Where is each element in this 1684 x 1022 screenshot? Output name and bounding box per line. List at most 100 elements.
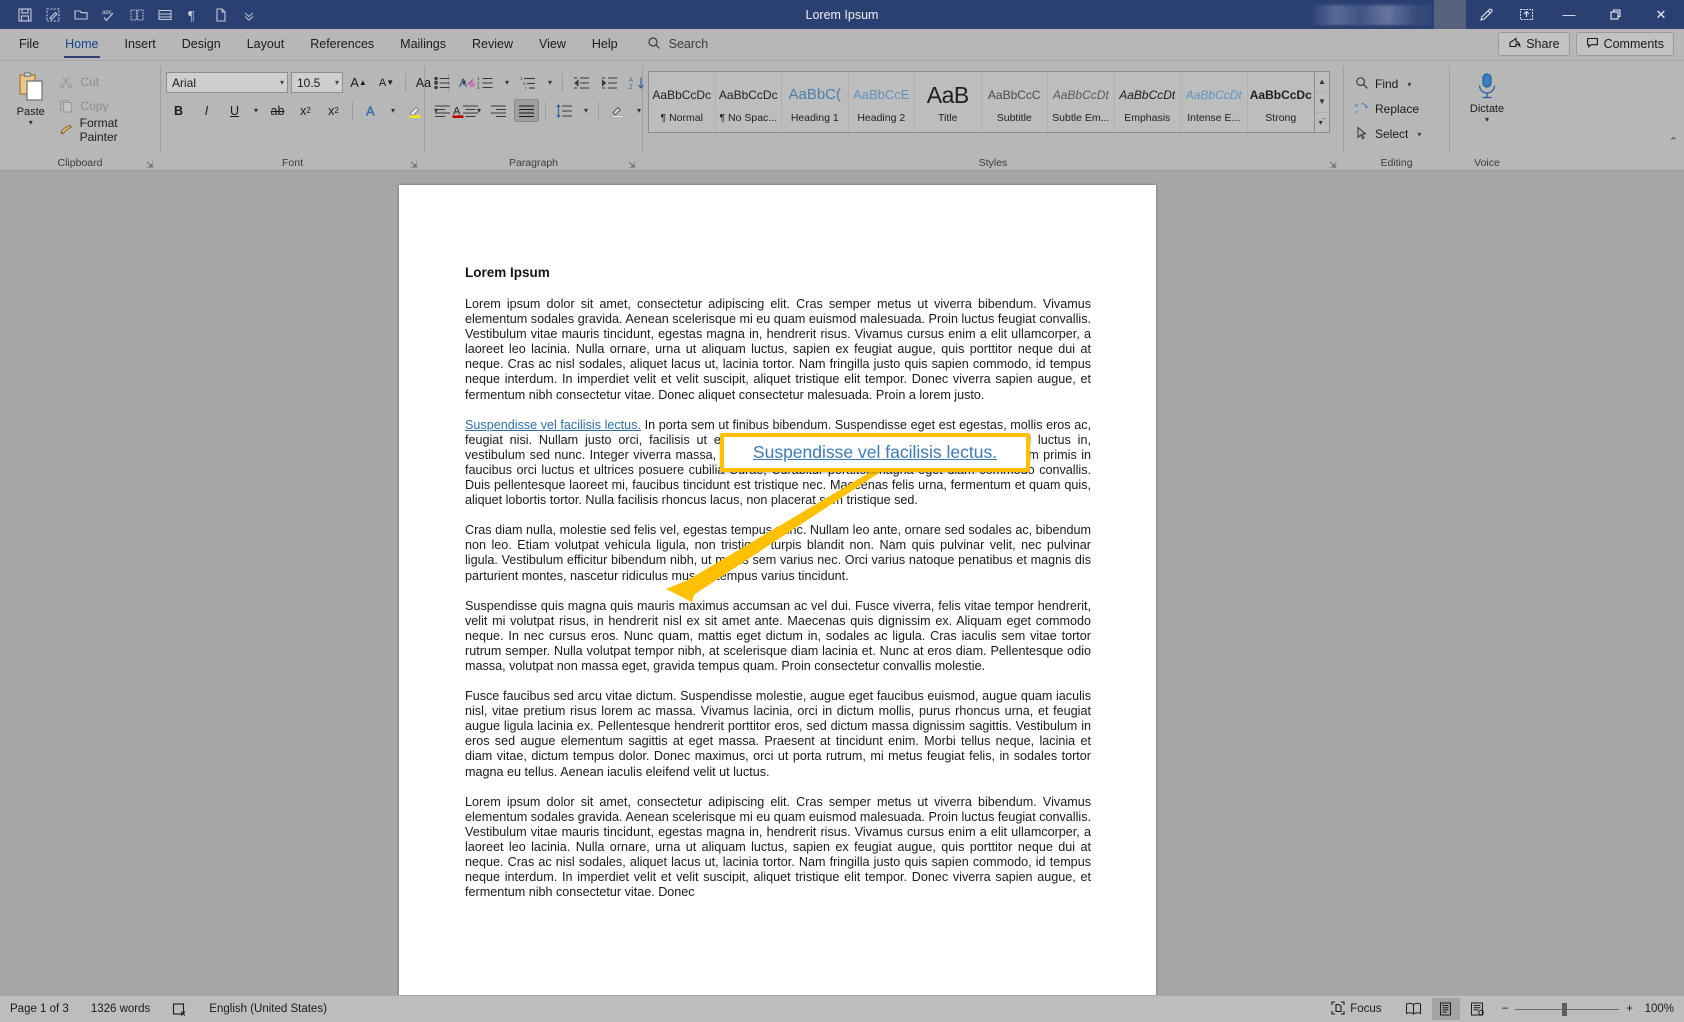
ink-pen-icon[interactable] (1466, 0, 1506, 29)
copy-button[interactable]: Copy (58, 95, 155, 116)
open-folder-icon[interactable] (68, 3, 94, 27)
clipboard-dialog-launcher[interactable]: ⇲ (146, 160, 156, 170)
decrease-indent-button[interactable] (569, 71, 594, 94)
print-layout-button[interactable] (1431, 998, 1460, 1020)
dictate-caret-icon[interactable]: ▾ (1485, 116, 1489, 124)
grow-font-button[interactable]: A ▲ (346, 71, 371, 94)
find-button[interactable]: Find ▾ (1355, 73, 1421, 95)
underline-dropdown-caret-icon[interactable]: ▾ (250, 99, 262, 122)
document-paragraph-4[interactable]: Suspendisse quis magna quis mauris maxim… (465, 599, 1091, 674)
select-button[interactable]: Select ▾ (1355, 123, 1421, 145)
read-mode-button[interactable] (1400, 998, 1428, 1020)
paste-dropdown-caret-icon[interactable]: ▾ (29, 119, 33, 127)
justify-button[interactable] (514, 99, 539, 122)
tab-references[interactable]: References (297, 28, 387, 60)
subscript-button[interactable]: x2 (293, 99, 318, 122)
multilevel-list-button[interactable]: 1ai (516, 71, 541, 94)
strikethrough-button[interactable]: ab (265, 99, 290, 122)
numbering-button[interactable]: 123 (473, 71, 498, 94)
page-number-status[interactable]: Page 1 of 3 (10, 1003, 69, 1015)
style-heading-1[interactable]: AaBbC( Heading 1 (782, 72, 849, 132)
proofing-status-icon[interactable] (172, 1002, 187, 1017)
tab-layout[interactable]: Layout (234, 28, 298, 60)
table-icon[interactable] (152, 3, 178, 27)
word-count-status[interactable]: 1326 words (91, 1003, 150, 1015)
bullets-button[interactable] (430, 71, 455, 94)
web-layout-button[interactable] (1464, 998, 1492, 1020)
increase-indent-button[interactable] (597, 71, 622, 94)
paragraph-marks-icon[interactable]: ¶ (180, 3, 206, 27)
focus-button[interactable]: Focus (1331, 1000, 1382, 1018)
cut-button[interactable]: Cut (58, 71, 155, 92)
font-size-combo[interactable]: 10.5 ▾ (291, 72, 343, 93)
line-spacing-button[interactable] (552, 99, 577, 122)
styles-scroll-down-icon[interactable]: ▼ (1315, 92, 1329, 113)
font-name-combo[interactable]: Arial ▾ (166, 72, 288, 93)
hyperlink-suspendisse[interactable]: Suspendisse vel facilisis lectus. (465, 418, 641, 432)
format-painter-button[interactable]: Format Painter (58, 116, 155, 144)
zoom-in-button[interactable]: + (1626, 1003, 1633, 1015)
style-subtle-emphasis[interactable]: AaBbCcDt Subtle Em... (1048, 72, 1115, 132)
bullets-caret-icon[interactable]: ▾ (458, 71, 470, 94)
style-intense-emphasis[interactable]: AaBbCcDt Intense E... (1181, 72, 1248, 132)
text-effects-button[interactable]: A (359, 99, 384, 122)
tab-home[interactable]: Home (52, 28, 111, 60)
zoom-slider-thumb[interactable] (1562, 1002, 1568, 1016)
style-no-spacing[interactable]: AaBbCcDc ¶ No Spac... (716, 72, 782, 132)
tab-view[interactable]: View (526, 28, 579, 60)
tab-file[interactable]: File (6, 28, 52, 60)
zoom-slider[interactable] (1515, 1002, 1620, 1016)
select-caret-icon[interactable]: ▾ (1414, 130, 1421, 139)
numbering-caret-icon[interactable]: ▾ (501, 71, 513, 94)
save-icon[interactable] (12, 3, 38, 27)
tab-design[interactable]: Design (169, 28, 234, 60)
bold-button[interactable]: B (166, 99, 191, 122)
document-paragraph-1[interactable]: Lorem ipsum dolor sit amet, consectetur … (465, 297, 1091, 403)
ribbon-display-options-icon[interactable] (1506, 0, 1546, 29)
paragraph-dialog-launcher[interactable]: ⇲ (628, 160, 638, 170)
replace-button[interactable]: bc Replace (1355, 98, 1421, 120)
style-subtitle[interactable]: AaBbCcC Subtitle (982, 72, 1048, 132)
two-page-view-icon[interactable] (124, 3, 150, 27)
collapse-ribbon-icon[interactable]: ⌃ (1669, 135, 1678, 148)
new-document-icon[interactable] (208, 3, 234, 27)
align-right-button[interactable] (486, 99, 511, 122)
tab-help[interactable]: Help (579, 28, 631, 60)
spelling-check-icon[interactable]: abc (96, 3, 122, 27)
underline-button[interactable]: U (222, 99, 247, 122)
restore-button[interactable] (1592, 0, 1638, 29)
comments-button[interactable]: Comments (1575, 32, 1674, 56)
italic-button[interactable]: I (194, 99, 219, 122)
document-page[interactable]: Lorem Ipsum Lorem ipsum dolor sit amet, … (399, 185, 1156, 995)
zoom-out-button[interactable]: − (1502, 1003, 1509, 1015)
share-button[interactable]: Share (1498, 32, 1570, 56)
text-highlight-button[interactable] (402, 99, 427, 122)
styles-scroll-buttons[interactable]: ▲ ▼ ▾‾ (1315, 71, 1330, 133)
style-emphasis[interactable]: AaBbCcDt Emphasis (1115, 72, 1181, 132)
find-caret-icon[interactable]: ▾ (1404, 80, 1411, 89)
styles-gallery[interactable]: AaBbCcDc ¶ Normal AaBbCcDc ¶ No Spac... … (648, 71, 1315, 133)
line-spacing-caret-icon[interactable]: ▾ (580, 99, 592, 122)
language-status[interactable]: English (United States) (209, 1003, 327, 1015)
shading-button[interactable] (605, 99, 630, 122)
document-paragraph-5[interactable]: Fusce faucibus sed arcu vitae dictum. Su… (465, 689, 1091, 780)
style-normal[interactable]: AaBbCcDc ¶ Normal (649, 72, 716, 132)
text-effects-caret-icon[interactable]: ▾ (387, 99, 399, 122)
minimize-button[interactable]: — (1546, 0, 1592, 29)
style-title[interactable]: AaB Title (915, 72, 982, 132)
zoom-control[interactable]: − + 100% (1496, 1002, 1674, 1016)
search-box[interactable]: Search (647, 28, 708, 60)
dictate-button[interactable]: Dictate ▾ (1456, 67, 1518, 124)
zoom-level-label[interactable]: 100% (1640, 1003, 1674, 1015)
shrink-font-button[interactable]: A ▼ (374, 71, 399, 94)
style-strong[interactable]: AaBbCcDc Strong (1248, 72, 1315, 132)
document-paragraph-3[interactable]: Cras diam nulla, molestie sed felis vel,… (465, 523, 1091, 583)
document-canvas[interactable]: Lorem Ipsum Lorem ipsum dolor sit amet, … (0, 171, 1684, 995)
tab-mailings[interactable]: Mailings (387, 28, 459, 60)
align-left-button[interactable] (430, 99, 455, 122)
tab-insert[interactable]: Insert (112, 28, 169, 60)
autosave-icon[interactable] (40, 3, 66, 27)
styles-dialog-launcher[interactable]: ⇲ (1329, 160, 1339, 170)
paste-button[interactable]: Paste ▾ (5, 67, 56, 127)
font-dialog-launcher[interactable]: ⇲ (410, 160, 420, 170)
